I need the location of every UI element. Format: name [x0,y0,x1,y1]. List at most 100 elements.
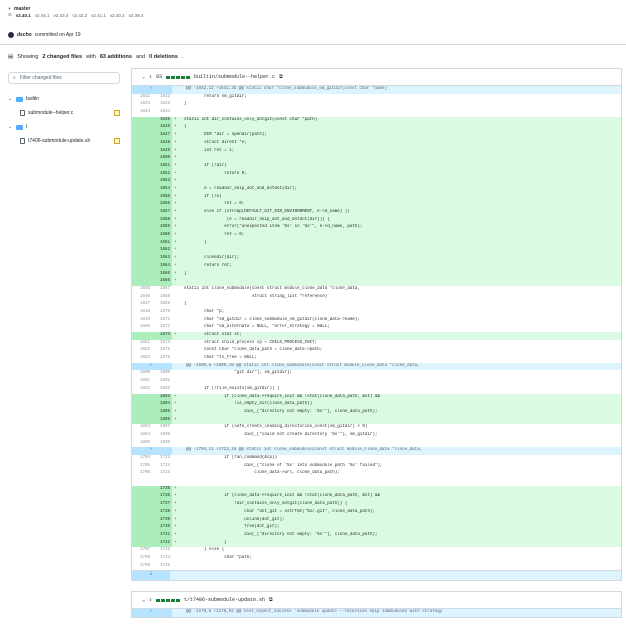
file-diff-icon[interactable]: ▤ [8,54,13,60]
new-line-number[interactable]: 1658 [152,216,172,225]
expand-icon[interactable]: ⇕ [149,74,152,80]
tree-item-t[interactable]: ⌄ t [8,120,120,134]
new-line-number[interactable]: 1672 [152,324,172,332]
old-line-number[interactable] [132,508,152,517]
old-line-number[interactable]: 1693 [132,424,152,432]
new-line-number[interactable]: 1692 [152,386,172,394]
new-line-number[interactable]: 1659 [152,224,172,233]
new-line-number[interactable]: 1670 [152,309,172,317]
old-line-number[interactable]: 1642 [132,94,152,102]
old-line-number[interactable] [132,493,152,502]
new-line-number[interactable]: 1740 [152,524,172,532]
old-line-number[interactable]: 1651 [132,340,152,348]
expand-up-icon[interactable]: ⇡ [132,86,172,94]
new-line-number[interactable]: 1661 [152,239,172,248]
old-line-number[interactable]: 1708 [132,555,152,563]
new-line-number[interactable]: 1668 [152,294,172,302]
old-line-number[interactable]: 1692 [132,386,152,394]
new-line-number[interactable]: 1667 [152,286,172,294]
tag-label[interactable]: v2.40.1 [16,13,31,18]
new-line-number[interactable]: 1669 [152,301,172,309]
old-line-number[interactable] [132,132,152,140]
old-line-number[interactable] [132,531,152,540]
branch-name[interactable]: master [14,6,30,12]
old-line-number[interactable]: 1647 [132,301,152,309]
tag-label[interactable]: v2.41.1 [91,13,106,18]
new-line-number[interactable]: 1743 [152,547,172,555]
new-line-number[interactable]: 1675 [152,347,172,355]
new-line-number[interactable]: 1698 [152,432,172,440]
new-line-number[interactable]: 1694 [152,401,172,409]
old-line-number[interactable] [132,201,152,209]
old-line-number[interactable] [132,116,152,125]
old-line-number[interactable] [132,501,152,509]
new-line-number[interactable]: 1744 [152,555,172,563]
old-line-number[interactable]: 1695 [132,440,152,448]
chevron-down-icon[interactable]: ⌄ [142,597,145,603]
old-line-number[interactable] [132,270,152,279]
new-line-number[interactable]: 1673 [152,332,172,340]
new-line-number[interactable]: 1664 [152,262,172,271]
copy-icon[interactable]: ⧉ [269,597,273,603]
new-line-number[interactable]: 1650 [152,155,172,163]
old-line-number[interactable] [132,232,152,240]
tag-label[interactable]: v2.43.4 [54,13,69,18]
new-line-number[interactable]: 1651 [152,162,172,171]
new-line-number[interactable]: 1665 [152,270,172,279]
new-line-number[interactable]: 1649 [152,147,172,156]
old-line-number[interactable] [132,332,152,340]
expand-icon[interactable]: ⇕ [149,597,152,603]
avatar[interactable] [8,32,14,38]
new-line-number[interactable]: 1737 [152,501,172,509]
new-line-number[interactable]: 1742 [152,539,172,548]
new-line-number[interactable]: 1697 [152,424,172,432]
new-line-number[interactable]: 1663 [152,255,172,263]
new-line-number[interactable]: 1695 [152,408,172,417]
new-line-number[interactable]: 1657 [152,209,172,217]
old-line-number[interactable] [132,408,152,417]
old-line-number[interactable] [132,478,152,486]
new-line-number[interactable]: 1693 [152,393,172,402]
old-line-number[interactable] [132,516,152,525]
old-line-number[interactable]: 1706 [132,470,152,478]
new-line-number[interactable]: 1666 [152,278,172,286]
new-line-number[interactable]: 1725 [152,470,172,478]
old-line-number[interactable] [132,193,152,202]
new-line-number[interactable]: 1642 [152,94,172,102]
new-line-number[interactable]: 1739 [152,516,172,525]
old-line-number[interactable]: 1648 [132,309,152,317]
new-line-number[interactable]: 1735 [152,485,172,494]
copy-icon[interactable]: ⧉ [279,74,283,80]
tree-item-t7406[interactable]: t7406-submodule-update.sh [8,134,120,148]
expand-down-icon[interactable]: ⇣ [132,571,170,581]
old-line-number[interactable]: 1643 [132,101,152,109]
old-line-number[interactable]: 1650 [132,324,152,332]
expand-lines[interactable]: ⇣ [131,571,622,582]
expand-up-icon[interactable]: ⇡ [132,609,172,617]
filter-files-input[interactable]: ⌕ Filter changed files [8,72,120,84]
old-line-number[interactable]: 1690 [132,370,152,378]
tag-label[interactable]: v2.40.2 [110,13,125,18]
old-line-number[interactable]: 1691 [132,378,152,386]
old-line-number[interactable] [132,147,152,156]
new-line-number[interactable]: 1645 [152,116,172,125]
old-line-number[interactable]: 1646 [132,294,152,302]
new-line-number[interactable]: 1655 [152,193,172,202]
old-line-number[interactable] [132,247,152,256]
new-line-number[interactable]: 1656 [152,201,172,209]
new-line-number[interactable]: 1736 [152,493,172,502]
old-line-number[interactable] [132,209,152,217]
expand-up-icon[interactable]: ⇡ [132,362,172,371]
new-line-number[interactable]: 1691 [152,378,172,386]
file-path[interactable]: t/t7406-submodule-update.sh [184,597,265,603]
old-line-number[interactable] [132,239,152,248]
old-line-number[interactable] [132,185,152,194]
new-line-number[interactable]: 1676 [152,355,172,363]
old-line-number[interactable]: 1649 [132,317,152,325]
new-line-number[interactable]: 1646 [152,124,172,133]
tag-label[interactable]: v2.39.4 [129,13,144,18]
new-line-number[interactable]: 1653 [152,178,172,186]
old-line-number[interactable] [132,170,152,179]
old-line-number[interactable]: 1707 [132,547,152,555]
old-line-number[interactable] [132,139,152,148]
